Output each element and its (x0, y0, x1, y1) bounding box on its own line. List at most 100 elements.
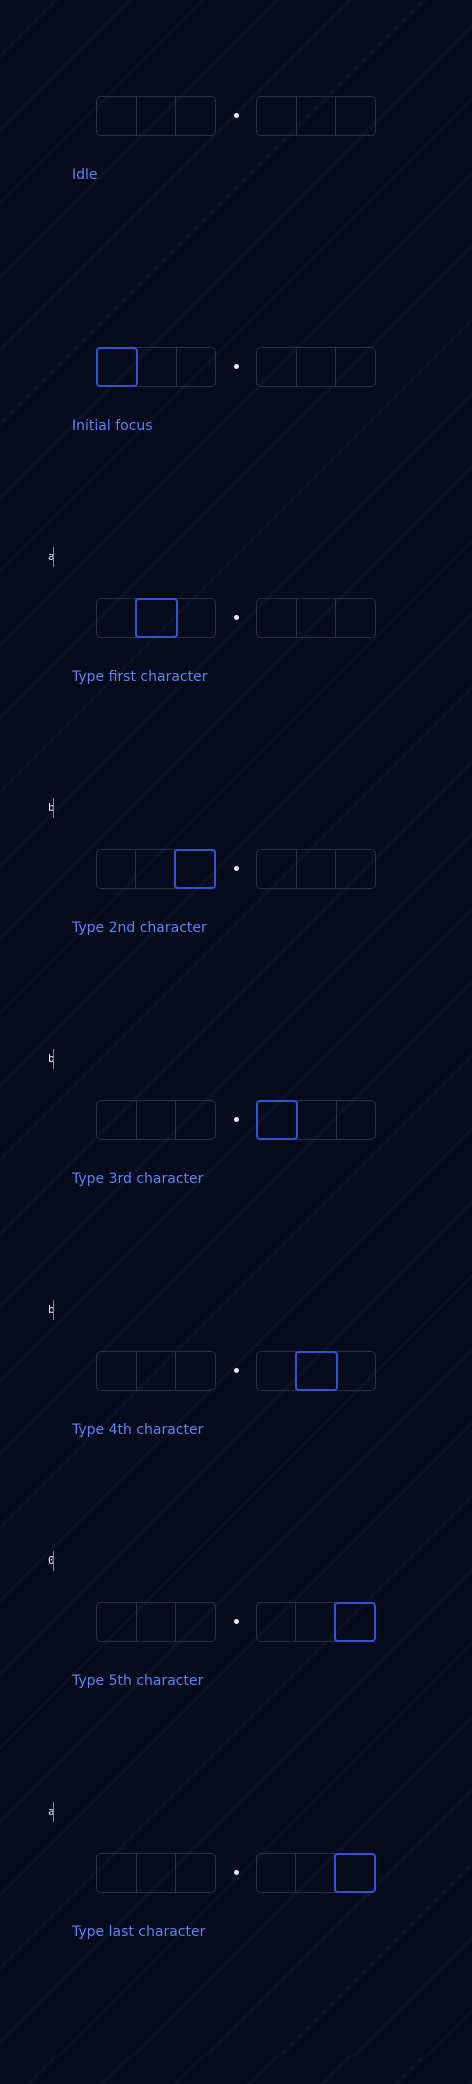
otp-slot-5[interactable] (297, 97, 337, 135)
text-caret (53, 1802, 54, 1822)
otp-group-second (256, 1602, 376, 1642)
otp-slot-3[interactable] (176, 1101, 215, 1139)
otp-slot-3[interactable] (177, 599, 215, 637)
otp-slot-3[interactable] (176, 1854, 215, 1892)
otp-slot-2[interactable] (135, 598, 178, 638)
otp-slot-4[interactable] (257, 850, 297, 888)
otp-group-second (256, 347, 376, 387)
otp-group-second (256, 96, 376, 136)
otp-slot-2[interactable] (137, 1603, 177, 1641)
otp-input[interactable] (96, 1100, 376, 1140)
otp-group-second (256, 1100, 376, 1140)
text-caret (53, 1049, 54, 1069)
otp-slot-6[interactable] (336, 599, 375, 637)
otp-slot-5[interactable] (296, 1603, 335, 1641)
otp-slot-2[interactable] (137, 97, 177, 135)
state-caption: Type first character (72, 669, 208, 685)
otp-slot-2[interactable] (137, 1352, 177, 1390)
otp-slot-2[interactable] (137, 1101, 177, 1139)
otp-slot-6[interactable] (334, 1602, 376, 1642)
typed-value-indicator: b (48, 798, 60, 818)
text-caret (53, 1300, 54, 1320)
typed-value-indicator: b (48, 1049, 60, 1069)
otp-slot-3[interactable] (176, 1603, 215, 1641)
otp-slot-6[interactable] (334, 1853, 376, 1893)
otp-group-first (96, 1100, 216, 1140)
typed-value-indicator: b (48, 1300, 60, 1320)
otp-slot-2[interactable] (137, 348, 177, 386)
typed-value-indicator: a (48, 547, 60, 567)
otp-slot-6[interactable] (336, 850, 375, 888)
otp-slot-1[interactable] (97, 1101, 137, 1139)
otp-input[interactable] (96, 347, 376, 387)
otp-slot-5[interactable] (297, 348, 337, 386)
otp-group-first (96, 1351, 216, 1391)
text-caret (53, 798, 54, 818)
otp-slot-1[interactable] (97, 97, 137, 135)
otp-slot-6[interactable] (337, 1352, 375, 1390)
otp-slot-3[interactable] (174, 849, 216, 889)
otp-slot-1[interactable] (97, 1854, 137, 1892)
dot-icon (234, 615, 239, 620)
otp-slot-1[interactable] (96, 347, 139, 387)
otp-slot-2[interactable] (136, 850, 175, 888)
otp-input[interactable] (96, 1602, 376, 1642)
otp-input[interactable] (96, 598, 376, 638)
state-type-second: b Type 2nd character (0, 798, 472, 1080)
dot-icon (234, 1619, 239, 1624)
typed-value-indicator: 0 (48, 1551, 60, 1571)
otp-slot-1[interactable] (97, 850, 136, 888)
otp-slot-2[interactable] (137, 1854, 177, 1892)
otp-group-second (256, 1351, 376, 1391)
state-type-last: a Type last character (0, 1802, 472, 2084)
otp-slot-4[interactable] (257, 599, 297, 637)
state-caption: Type 4th character (72, 1422, 204, 1438)
otp-slot-5[interactable] (296, 1854, 335, 1892)
otp-group-first (96, 598, 216, 638)
state-idle: Idle (0, 76, 472, 327)
otp-group-first (96, 849, 216, 889)
otp-slot-4[interactable] (256, 1100, 299, 1140)
otp-slot-4[interactable] (257, 348, 297, 386)
otp-slot-3[interactable] (176, 97, 215, 135)
otp-slot-4[interactable] (257, 1854, 296, 1892)
otp-slot-6[interactable] (336, 348, 375, 386)
otp-slot-1[interactable] (97, 599, 137, 637)
text-caret (53, 547, 54, 567)
otp-slot-4[interactable] (257, 1352, 297, 1390)
otp-slot-1[interactable] (97, 1352, 137, 1390)
otp-group-first (96, 347, 216, 387)
otp-slot-3[interactable] (177, 348, 215, 386)
state-caption: Type 5th character (72, 1673, 204, 1689)
otp-slot-6[interactable] (336, 97, 375, 135)
dot-icon (234, 866, 239, 871)
otp-slot-6[interactable] (337, 1101, 375, 1139)
otp-group-first (96, 96, 216, 136)
otp-input[interactable] (96, 1853, 376, 1893)
otp-slot-4[interactable] (257, 97, 297, 135)
state-type-third: b Type 3rd character (0, 1049, 472, 1331)
otp-slot-5[interactable] (297, 599, 337, 637)
dot-icon (234, 113, 239, 118)
state-caption: Type last character (72, 1924, 206, 1940)
otp-slot-4[interactable] (257, 1603, 296, 1641)
otp-slot-3[interactable] (176, 1352, 215, 1390)
otp-input-demo: Idle Initial focus a Type first characte… (0, 0, 472, 2056)
dot-icon (234, 1870, 239, 1875)
otp-group-first (96, 1602, 216, 1642)
state-initial-focus: Initial focus (0, 327, 472, 578)
state-caption: Idle (72, 167, 98, 183)
otp-slot-5[interactable] (297, 1101, 337, 1139)
otp-input[interactable] (96, 96, 376, 136)
otp-slot-5[interactable] (295, 1351, 338, 1391)
otp-group-second (256, 849, 376, 889)
otp-group-second (256, 598, 376, 638)
state-type-fifth: 0 Type 5th character (0, 1551, 472, 1833)
otp-input[interactable] (96, 849, 376, 889)
otp-group-first (96, 1853, 216, 1893)
otp-slot-5[interactable] (297, 850, 337, 888)
dot-icon (234, 1117, 239, 1122)
otp-slot-1[interactable] (97, 1603, 137, 1641)
otp-input[interactable] (96, 1351, 376, 1391)
state-type-first: a Type first character (0, 547, 472, 829)
